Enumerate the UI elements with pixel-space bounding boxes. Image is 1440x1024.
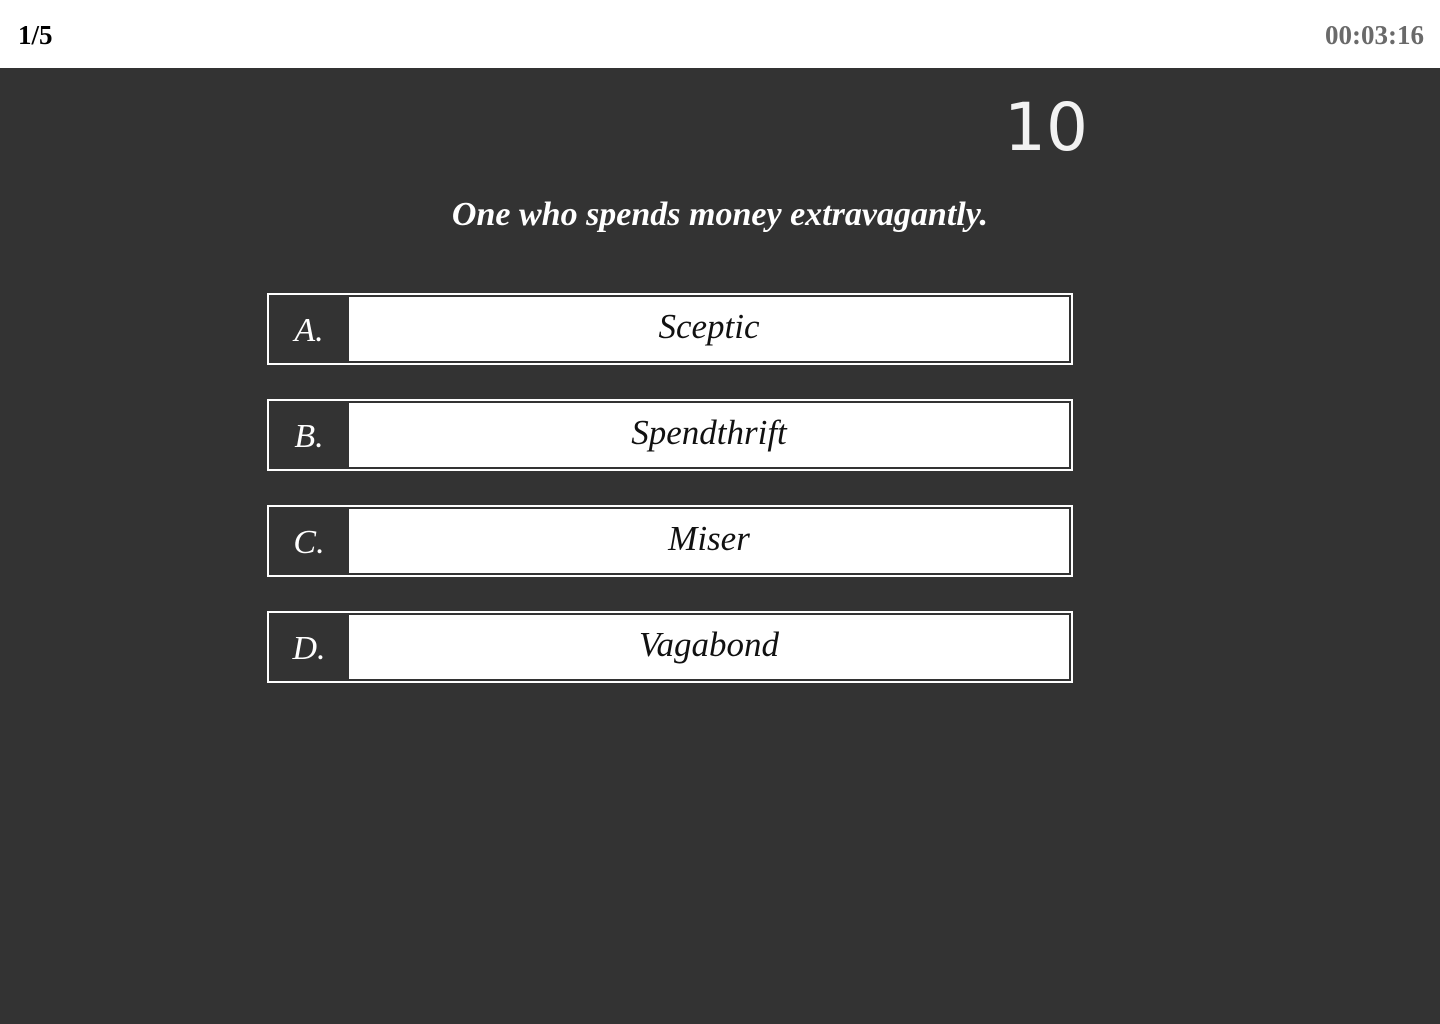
option-text[interactable]: Vagabond bbox=[349, 615, 1069, 679]
option-letter: D. bbox=[292, 630, 326, 667]
option-b[interactable]: B. Spendthrift bbox=[267, 399, 1073, 471]
answer-options: A. Sceptic B. Spendthrift C. Miser D. Va… bbox=[267, 293, 1073, 717]
option-c[interactable]: C. Miser bbox=[267, 505, 1073, 577]
option-letter: B. bbox=[294, 418, 324, 455]
option-letter: A. bbox=[294, 312, 324, 349]
elapsed-timer: 00:03:16 bbox=[1325, 20, 1424, 50]
option-text[interactable]: Spendthrift bbox=[349, 403, 1069, 467]
option-d[interactable]: D. Vagabond bbox=[267, 611, 1073, 683]
countdown-timer: 10 bbox=[1004, 89, 1088, 166]
option-text[interactable]: Miser bbox=[349, 509, 1069, 573]
option-text[interactable]: Sceptic bbox=[349, 297, 1069, 361]
option-a[interactable]: A. Sceptic bbox=[267, 293, 1073, 365]
option-letter: C. bbox=[293, 524, 325, 561]
top-bar: 1/5 00:03:16 bbox=[0, 0, 1440, 68]
question-text: One who spends money extravagantly. bbox=[451, 196, 989, 233]
question-progress: 1/5 bbox=[18, 20, 53, 50]
